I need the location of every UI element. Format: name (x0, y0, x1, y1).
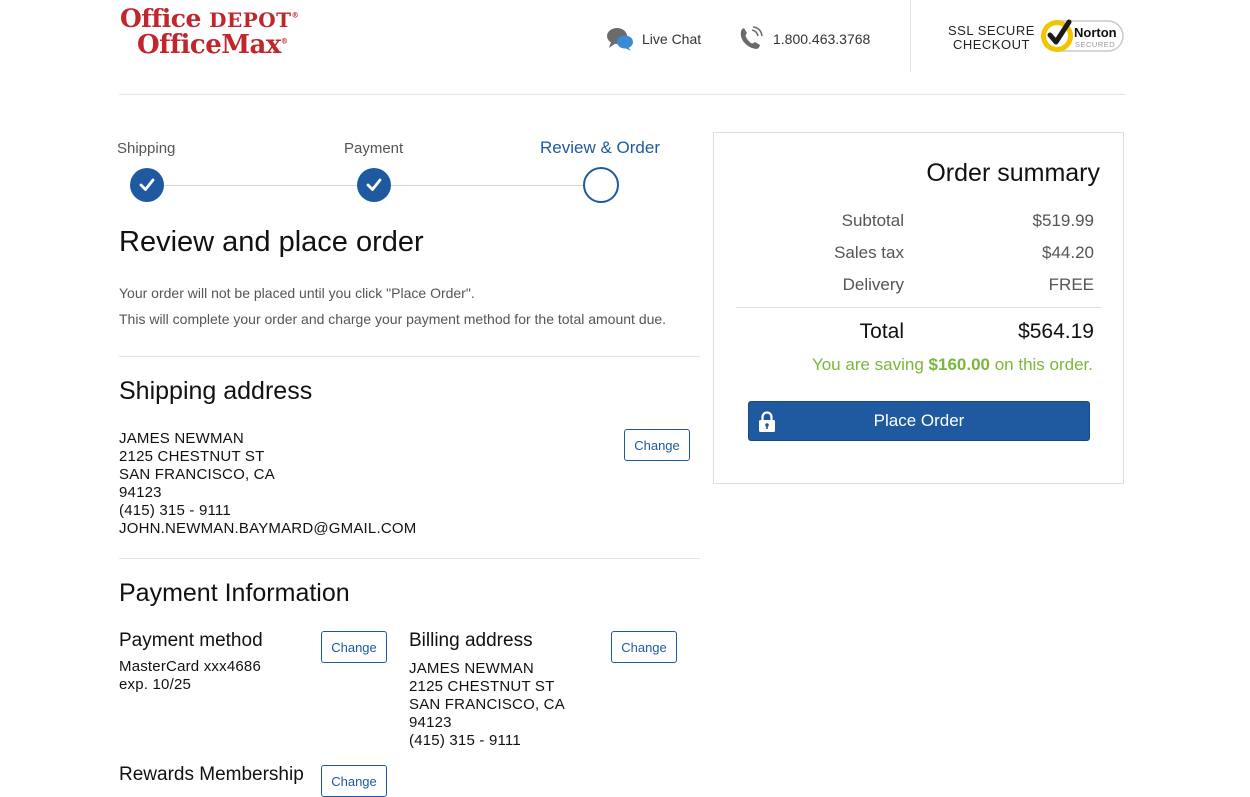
billing-city-state: SAN FRANCISCO, CA (409, 696, 565, 713)
order-summary-panel: Order summary Subtotal $519.99 Sales tax… (713, 132, 1124, 484)
savings-suffix: on this order. (989, 355, 1093, 374)
shipping-phone: (415) 315 - 9111 (119, 502, 231, 519)
section-divider (119, 558, 700, 559)
header-divider (910, 0, 911, 72)
norton-secured-label: SECURED (1075, 40, 1115, 49)
sales-tax-value: $44.20 (1042, 243, 1094, 262)
review-note-1: Your order will not be placed until you … (119, 285, 475, 301)
order-summary-title: Order summary (926, 159, 1100, 187)
phone-number[interactable]: 1.800.463.3768 (737, 26, 870, 52)
lock-icon (759, 411, 775, 432)
header-bottom-divider (119, 94, 1125, 95)
shipping-city-state: SAN FRANCISCO, CA (119, 466, 275, 483)
shipping-street: 2125 CHESTNUT ST (119, 448, 265, 465)
total-row: Total $564.19 (736, 320, 1094, 346)
phone-icon (740, 26, 763, 49)
savings-amount: $160.00 (928, 355, 990, 374)
subtotal-value: $519.99 (1032, 211, 1094, 230)
norton-secured-seal[interactable]: Norton SECURED (1038, 18, 1124, 54)
logo-registered-mark-2: ® (280, 36, 288, 46)
logo-word-officemax: OfficeMax (137, 30, 281, 60)
sales-tax-label: Sales tax (834, 243, 904, 262)
savings-message: You are saving $160.00 on this order. (812, 355, 1093, 375)
summary-divider (736, 307, 1102, 308)
billing-name: JAMES NEWMAN (409, 660, 534, 677)
live-chat-link[interactable]: Live Chat (606, 26, 701, 52)
subtotal-label: Subtotal (841, 211, 904, 230)
page-title: Review and place order (119, 226, 424, 258)
step-shipping-complete[interactable] (130, 168, 164, 202)
change-shipping-button[interactable]: Change (624, 429, 690, 461)
step-payment-complete[interactable] (357, 168, 391, 202)
step-review-current (583, 167, 619, 203)
payment-card: MasterCard xxx4686 (119, 658, 261, 675)
chat-bubbles-icon (607, 28, 633, 51)
ssl-secure-line1: SSL SECURE (948, 23, 1035, 38)
change-payment-method-button[interactable]: Change (321, 631, 387, 663)
review-note-2: This will complete your order and charge… (119, 311, 667, 327)
sales-tax-row: Sales tax $44.20 (736, 243, 1094, 263)
change-billing-address-button[interactable]: Change (611, 631, 677, 663)
subtotal-row: Subtotal $519.99 (736, 211, 1094, 231)
logo-registered-mark: ® (291, 10, 299, 20)
office-depot-officemax-logo[interactable]: Office DEPOT® OfficeMax® (120, 4, 299, 60)
total-value: $564.19 (1018, 320, 1094, 343)
shipping-address-title: Shipping address (119, 377, 313, 405)
live-chat-label: Live Chat (642, 31, 702, 47)
check-icon (139, 178, 155, 191)
billing-phone: (415) 315 - 9111 (409, 732, 521, 749)
step-label-review-order: Review & Order (540, 138, 660, 157)
check-icon (366, 178, 382, 191)
savings-prefix: You are saving (811, 355, 929, 374)
place-order-button[interactable]: Place Order (748, 401, 1090, 441)
delivery-label: Delivery (842, 275, 904, 294)
shipping-name: JAMES NEWMAN (119, 430, 244, 447)
payment-expiry: exp. 10/25 (119, 676, 192, 693)
shipping-zip: 94123 (119, 484, 162, 501)
shipping-email: JOHN.NEWMAN.BAYMARD@GMAIL.COM (119, 520, 417, 537)
norton-label: Norton (1074, 25, 1117, 40)
rewards-membership-title: Rewards Membership (119, 764, 304, 785)
place-order-label: Place Order (873, 411, 965, 430)
step-label-payment: Payment (344, 140, 404, 157)
billing-address-block: JAMES NEWMAN 2125 CHESTNUT ST SAN FRANCI… (409, 660, 565, 750)
section-divider (119, 356, 700, 357)
logo-word-depot: DEPOT (209, 8, 292, 32)
phone-number-label: 1.800.463.3768 (773, 31, 871, 47)
payment-method-block: MasterCard xxx4686 exp. 10/25 (119, 658, 261, 694)
step-label-shipping: Shipping (117, 140, 176, 157)
billing-zip: 94123 (409, 714, 452, 731)
delivery-row: Delivery FREE (736, 275, 1094, 295)
payment-information-title: Payment Information (119, 579, 350, 607)
ssl-secure-line2: CHECKOUT (952, 37, 1030, 52)
logo-word-office: Office (120, 4, 210, 33)
ssl-secure-badge: SSL SECURE CHECKOUT (948, 24, 1035, 52)
delivery-value: FREE (1048, 275, 1094, 294)
billing-address-title: Billing address (409, 630, 533, 651)
payment-method-title: Payment method (119, 630, 263, 651)
shipping-address-block: JAMES NEWMAN 2125 CHESTNUT ST SAN FRANCI… (119, 430, 416, 538)
total-label: Total (859, 320, 904, 343)
billing-street: 2125 CHESTNUT ST (409, 678, 555, 695)
change-rewards-button[interactable]: Change (321, 765, 387, 797)
